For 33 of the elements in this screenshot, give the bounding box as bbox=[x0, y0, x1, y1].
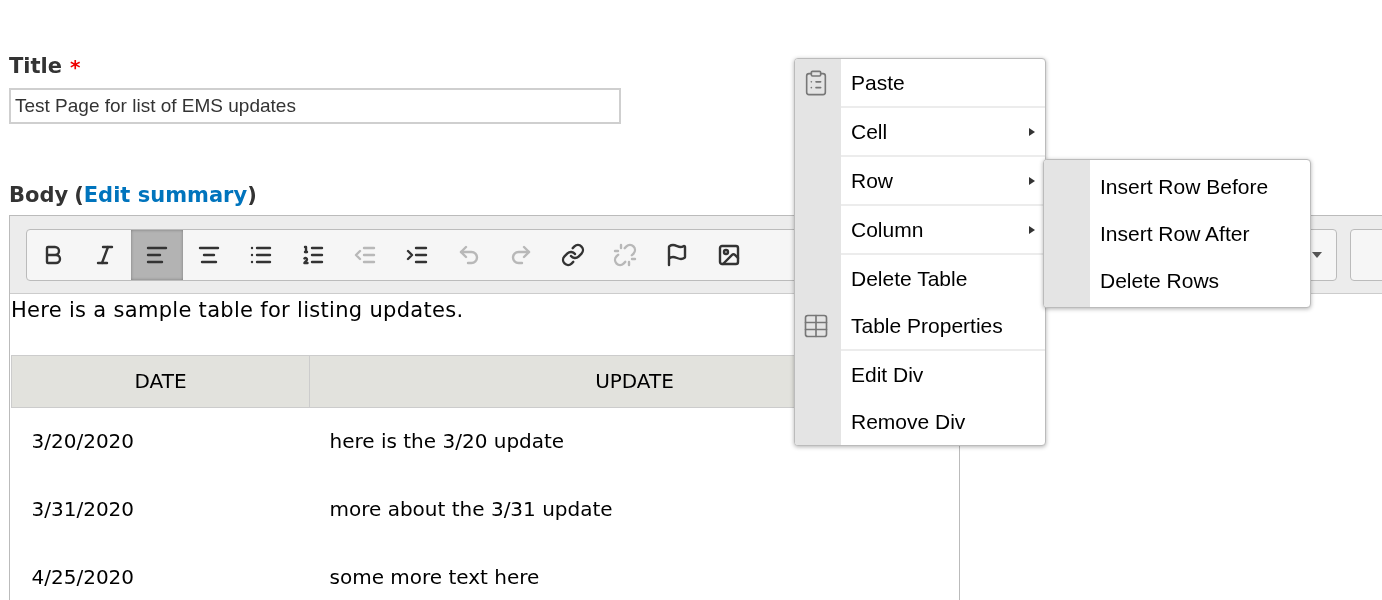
body-paragraph: Here is a sample table for listing updates. bbox=[11, 297, 464, 324]
field-label: Body bbox=[9, 182, 69, 210]
unlink-icon bbox=[613, 242, 637, 267]
menu-item[interactable]: Column bbox=[841, 206, 1045, 253]
menu-item[interactable]: Delete Table bbox=[841, 255, 1045, 302]
menu-item[interactable]: Delete Rows bbox=[1090, 257, 1310, 304]
submenu-caret-icon bbox=[1029, 175, 1035, 186]
menu-item[interactable]: Insert Row After bbox=[1090, 210, 1310, 257]
paren: ) bbox=[247, 182, 257, 210]
table-cell: more about the 3/31 update bbox=[329, 497, 613, 521]
table-cell: here is the 3/20 update bbox=[329, 429, 565, 454]
caret-icon bbox=[1312, 251, 1323, 258]
toolbar-button[interactable] bbox=[131, 229, 183, 280]
link-icon bbox=[561, 242, 585, 267]
edit-summary-link[interactable]: Edit summary bbox=[83, 180, 248, 212]
table-cell: some more text here bbox=[329, 565, 540, 589]
required-mark: * bbox=[70, 54, 81, 81]
table-cell: 3/31/2020 bbox=[31, 497, 135, 521]
table-cell: 3/20/2020 bbox=[31, 429, 135, 454]
title-input-field[interactable]: Test Page for list of EMS updates bbox=[9, 88, 621, 124]
menu-item[interactable]: Insert Row Before bbox=[1090, 163, 1310, 210]
paren: ( bbox=[74, 182, 84, 210]
field-label: Title bbox=[9, 53, 62, 81]
column-header: DATE bbox=[11, 355, 310, 407]
submenu-caret-icon bbox=[1029, 224, 1035, 235]
table-cell: 4/25/2020 bbox=[31, 565, 135, 589]
menu-item[interactable]: Row bbox=[841, 157, 1045, 204]
menu-item[interactable]: Table Properties bbox=[841, 302, 1045, 349]
submenu-caret-icon bbox=[1029, 126, 1035, 137]
flag-icon bbox=[665, 242, 689, 267]
menu-item[interactable]: Paste bbox=[841, 59, 1045, 106]
menu-item[interactable]: Cell bbox=[841, 108, 1045, 155]
image-icon bbox=[717, 242, 741, 267]
